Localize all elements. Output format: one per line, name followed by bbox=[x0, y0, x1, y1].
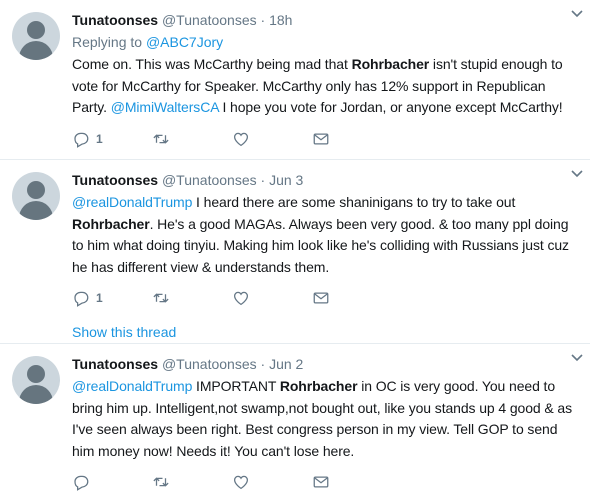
retweet-icon bbox=[153, 133, 169, 144]
heart-icon bbox=[233, 132, 249, 146]
replying-to: Replying to @ABC7Jory bbox=[72, 32, 578, 52]
reply-icon bbox=[74, 291, 89, 307]
separator-dot: · bbox=[260, 12, 266, 28]
reply-icon bbox=[74, 132, 89, 148]
direct-message-button[interactable] bbox=[312, 473, 392, 491]
text-span: I heard there are some shaninigans to tr… bbox=[192, 194, 516, 210]
heart-icon bbox=[233, 291, 249, 306]
direct-message-button[interactable] bbox=[312, 130, 392, 148]
tweet-header: Tunatoonses @Tunatoonses · Jun 3 bbox=[72, 170, 578, 190]
like-button[interactable] bbox=[232, 130, 312, 148]
direct-message-button[interactable] bbox=[312, 289, 392, 307]
like-button[interactable] bbox=[232, 289, 312, 307]
reply-count: 1 bbox=[96, 291, 103, 305]
bold-text: Rohrbacher bbox=[72, 215, 150, 232]
envelope-icon bbox=[313, 292, 329, 304]
avatar[interactable] bbox=[12, 356, 60, 404]
mention-link[interactable]: @MimiWaltersCA bbox=[111, 99, 219, 115]
show-thread-link[interactable]: Show this thread bbox=[72, 322, 578, 342]
replying-prefix: Replying to bbox=[72, 34, 146, 50]
tweet[interactable]: Tunatoonses @Tunatoonses · Jun 3 @realDo… bbox=[0, 160, 590, 344]
reply-button[interactable] bbox=[72, 473, 152, 491]
reply-button[interactable]: 1 bbox=[72, 130, 152, 148]
text-span: IMPORTANT bbox=[192, 378, 280, 394]
bold-text: Rohrbacher bbox=[351, 56, 430, 72]
username[interactable]: @Tunatoonses bbox=[162, 12, 257, 28]
tweet[interactable]: Tunatoonses @Tunatoonses · 18h Replying … bbox=[0, 0, 590, 160]
reply-icon bbox=[74, 475, 89, 491]
retweet-button[interactable] bbox=[152, 473, 232, 491]
avatar[interactable] bbox=[12, 172, 60, 220]
tweet-text: @realDonaldTrump IMPORTANT Rohrbacher in… bbox=[72, 376, 578, 462]
retweet-button[interactable] bbox=[152, 289, 232, 307]
tweet-actions: 1 bbox=[72, 288, 578, 308]
tweet-text: @realDonaldTrump I heard there are some … bbox=[72, 192, 578, 278]
tweet-header: Tunatoonses @Tunatoonses · Jun 2 bbox=[72, 354, 578, 374]
retweet-icon bbox=[153, 293, 169, 303]
text-span: I hope you vote for Jordan, or anyone ex… bbox=[218, 99, 563, 115]
text-span: Come on. This was McCarthy being mad tha… bbox=[72, 56, 352, 72]
tweet-text: Come on. This was McCarthy being mad tha… bbox=[72, 54, 578, 119]
display-name[interactable]: Tunatoonses bbox=[72, 12, 158, 28]
retweet-icon bbox=[153, 477, 169, 487]
timestamp[interactable]: Jun 2 bbox=[269, 356, 303, 372]
heart-icon bbox=[233, 475, 249, 490]
separator-dot: · bbox=[260, 172, 266, 188]
envelope-icon bbox=[313, 132, 329, 145]
timestamp[interactable]: 18h bbox=[269, 12, 292, 28]
envelope-icon bbox=[313, 476, 329, 488]
timestamp[interactable]: Jun 3 bbox=[269, 172, 303, 188]
reply-count: 1 bbox=[96, 131, 103, 146]
mention-link[interactable]: @realDonaldTrump bbox=[72, 194, 192, 210]
username[interactable]: @Tunatoonses bbox=[162, 172, 257, 188]
like-button[interactable] bbox=[232, 473, 312, 491]
replying-to-link[interactable]: @ABC7Jory bbox=[146, 34, 223, 50]
bold-text: Rohrbacher bbox=[279, 378, 358, 394]
tweet[interactable]: Tunatoonses @Tunatoonses · Jun 2 @realDo… bbox=[0, 344, 590, 491]
tweet-actions: 1 bbox=[72, 129, 578, 149]
avatar[interactable] bbox=[12, 12, 60, 60]
display-name[interactable]: Tunatoonses bbox=[72, 356, 158, 372]
username[interactable]: @Tunatoonses bbox=[162, 356, 257, 372]
reply-button[interactable]: 1 bbox=[72, 289, 152, 307]
display-name[interactable]: Tunatoonses bbox=[72, 172, 158, 188]
tweet-header: Tunatoonses @Tunatoonses · 18h bbox=[72, 10, 578, 30]
separator-dot: · bbox=[260, 356, 266, 372]
mention-link[interactable]: @realDonaldTrump bbox=[72, 378, 192, 394]
retweet-button[interactable] bbox=[152, 130, 232, 148]
tweet-actions bbox=[72, 472, 578, 492]
